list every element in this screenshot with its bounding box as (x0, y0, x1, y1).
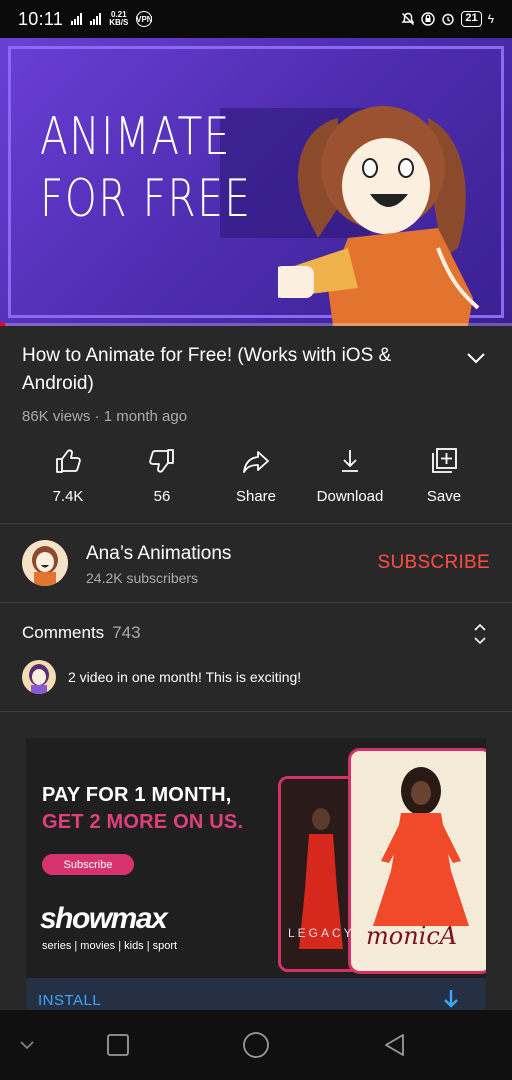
dislike-button[interactable]: 56 (115, 446, 209, 522)
ad-headline-2: GET 2 MORE ON US. (42, 811, 244, 833)
status-right: 21 ϟ (401, 11, 494, 27)
ad-banner[interactable]: PAY FOR 1 MONTH, GET 2 MORE ON US. Subsc… (26, 738, 486, 978)
video-progress-fill (0, 323, 6, 326)
network-speed: 0.21 KB/S (109, 11, 128, 27)
video-progress-bar[interactable] (0, 323, 512, 326)
download-arrow-icon[interactable] (442, 988, 460, 1010)
video-details: How to Animate for Free! (Works with iOS… (22, 342, 490, 425)
cartoon-character-illustration (278, 106, 480, 326)
video-player[interactable]: ANIMATE FOR FREE (0, 38, 512, 326)
chevron-down-icon (467, 353, 485, 364)
share-label: Share (235, 488, 277, 505)
save-label: Save (426, 488, 462, 505)
expand-description-button[interactable] (464, 346, 488, 370)
channel-avatar[interactable] (22, 540, 68, 586)
download-button[interactable]: Download (303, 446, 397, 522)
battery-icon: 21 (461, 11, 482, 27)
dislike-icon (149, 449, 174, 473)
top-comment-text: 2 video in one month! This is exciting! (68, 669, 302, 685)
signal-icon-2 (90, 13, 102, 25)
share-icon (243, 451, 269, 473)
thumbnail-title: ANIMATE FOR FREE (40, 107, 252, 229)
add-to-playlist-icon (432, 448, 457, 473)
ad-tags: series | movies | kids | sport (42, 940, 178, 952)
subscribe-button[interactable]: SUBSCRIBE (377, 552, 490, 574)
ad-headline-1: PAY FOR 1 MONTH, (42, 784, 232, 806)
install-button[interactable]: INSTALL (38, 992, 101, 1009)
channel-name[interactable]: Ana’s Animations (86, 543, 231, 565)
mute-icon (401, 12, 415, 26)
home-icon[interactable] (242, 1031, 270, 1059)
divider (0, 711, 512, 712)
comments-title: Comments (22, 623, 105, 642)
lock-icon (421, 12, 436, 26)
commenter-avatar-illustration (29, 664, 49, 694)
vpn-icon: VPN (136, 11, 153, 27)
like-button[interactable]: 7.4K (21, 446, 115, 522)
video-actions: 7.4K 56 Share Download Save (0, 446, 512, 522)
recents-icon[interactable] (105, 1032, 131, 1058)
alarm-icon (441, 12, 455, 26)
download-icon (342, 450, 358, 472)
comments-count: 743 (112, 623, 141, 642)
status-left: 10:11 0.21 KB/S VPN (18, 8, 153, 30)
dislike-count: 56 (153, 488, 171, 505)
status-time: 10:11 (18, 8, 64, 29)
signal-icon (71, 13, 83, 25)
like-count: 7.4K (52, 488, 84, 505)
system-navigation-bar (0, 1010, 512, 1080)
save-button[interactable]: Save (397, 446, 491, 522)
ad-install-bar[interactable]: INSTALL (26, 978, 486, 1010)
commenter-avatar (22, 660, 56, 694)
charging-icon: ϟ (487, 12, 494, 26)
ad-show-title-1: LEGACY (288, 926, 355, 940)
expand-collapse-icon[interactable] (472, 621, 488, 647)
video-meta: 86K views · 1 month ago (22, 408, 188, 425)
collapse-icon[interactable] (16, 1036, 38, 1054)
network-speed-unit: KB/S (109, 18, 129, 27)
video-title: How to Animate for Free! (Works with iOS… (22, 345, 392, 394)
share-button[interactable]: Share (209, 446, 303, 522)
back-icon[interactable] (382, 1032, 408, 1058)
status-bar: 10:11 0.21 KB/S VPN 21 ϟ (0, 0, 512, 38)
avatar-illustration (32, 546, 58, 586)
like-icon (56, 449, 81, 473)
channel-row[interactable]: Ana’s Animations 24.2K subscribers SUBSC… (0, 524, 512, 602)
ad-subscribe-button[interactable]: Subscribe (42, 854, 134, 875)
subscriber-count: 24.2K subscribers (86, 570, 199, 586)
ad-brand-logo: showmax (40, 902, 168, 935)
comments-header: Comments 743 (22, 623, 141, 643)
download-label: Download (316, 488, 384, 505)
ad-show-title-2: monicA (366, 922, 458, 950)
comments-section[interactable]: Comments 743 2 video in one month! This i… (0, 603, 512, 711)
